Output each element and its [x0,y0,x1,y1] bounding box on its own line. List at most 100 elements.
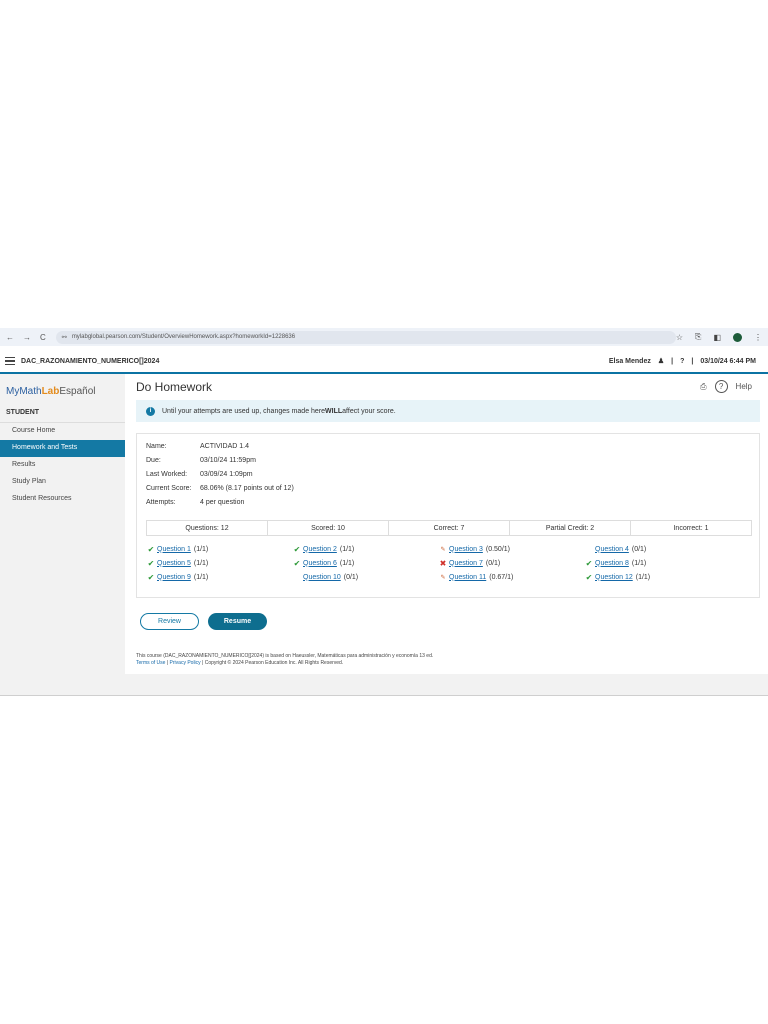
question-link[interactable]: Question 2 [303,546,337,553]
privacy-policy-link[interactable]: Privacy Policy [170,660,201,666]
help-icon[interactable]: ? [680,358,684,365]
sidebar-item-results[interactable]: Results [0,457,125,474]
question-score: (1/1) [193,545,209,553]
terms-of-use-link[interactable]: Terms of Use [136,660,165,666]
question-score: (1/1) [193,559,209,567]
sidebar-item-student-resources[interactable]: Student Resources [0,491,125,508]
question-score: (1/1) [631,559,647,567]
header-datetime: 03/10/24 6:44 PM [700,357,756,365]
sidepanel-icon[interactable]: ◧ [713,333,721,342]
stats-bar: Questions: 12 Scored: 10 Correct: 7 Part… [146,520,752,536]
question-item: Question 4 (0/1) [584,542,729,556]
user-icon: ♟ [657,358,665,365]
question-score: (0/1) [485,559,501,567]
question-row: ✔ Question 1 (1/1) ✔ Question 2 (1/1) ✎ Questio… [146,542,752,556]
info-due: Due: 03/10/24 11:59pm [146,457,256,464]
question-score: (0/1) [631,545,647,553]
stat-correct: Correct: 7 [389,521,510,535]
question-item: ✔ Question 6 (1/1) [292,556,437,570]
main-content: Do Homework ⎙ ? Help i Until your attemp… [125,374,768,674]
question-link[interactable]: Question 10 [303,574,341,581]
check-icon: ✔ [147,558,155,568]
help-circle-icon[interactable]: ? [714,380,728,393]
app-header: DAC_RAZONAMIENTO_NUMERICO[]2024 Elsa Men… [0,350,768,374]
question-link[interactable]: Question 1 [157,546,191,553]
question-item: Question 10 (0/1) [292,570,437,584]
question-link[interactable]: Question 7 [449,560,483,567]
bottom-divider [0,695,768,696]
copyright-text: | Copyright © 2024 Pearson Education Inc… [202,660,344,666]
site-info-icon[interactable]: ⚯ [62,334,67,341]
page-bottom-band [125,674,768,696]
question-item: ✔ Question 1 (1/1) [146,542,291,556]
print-icon[interactable]: ⎙ [700,382,706,392]
profile-icon[interactable] [733,332,742,342]
x-icon: ✖ [439,558,447,568]
review-button[interactable]: Review [140,613,199,630]
question-link[interactable]: Question 6 [303,560,337,567]
footer-course-note: This course (DAC_RAZONAMIENTO_NUMERICO[]… [136,653,434,659]
question-grid: ✔ Question 1 (1/1) ✔ Question 2 (1/1) ✎ Questio… [146,542,752,584]
question-item: ✔ Question 2 (1/1) [292,542,437,556]
page-title: Do Homework [136,380,213,394]
attempts-notice: i Until your attempts are used up, chang… [136,400,760,422]
forward-icon[interactable]: → [23,333,31,342]
browser-actions: ☆ ⎘ ◧ ⋮ [676,332,768,342]
question-link[interactable]: Question 8 [595,560,629,567]
info-attempts: Attempts: 4 per question [146,499,245,506]
star-icon[interactable]: ☆ [676,333,683,342]
question-score: (1/1) [339,545,355,553]
partial-credit-icon: ✎ [440,546,446,553]
user-name[interactable]: Elsa Mendez [609,358,651,365]
help-link[interactable]: Help [736,382,752,391]
header-separator: | [691,357,694,365]
footer-links: Terms of Use | Privacy Policy | Copyrigh… [136,660,344,666]
back-icon[interactable]: ← [6,333,14,342]
info-current-score: Current Score: 68.06% (8.17 points out of… [146,485,294,492]
question-item: ✔ Question 12 (1/1) [584,570,729,584]
question-link[interactable]: Question 9 [157,574,191,581]
mymathlab-logo[interactable]: MyMathLabEspañol [0,374,125,405]
footer: This course (DAC_RAZONAMIENTO_NUMERICO[]… [136,653,433,667]
info-last-worked: Last Worked: 03/09/24 1:09pm [146,471,253,478]
question-score: (0/1) [343,573,359,581]
notice-text-pre: Until your attempts are used up, changes… [162,407,326,415]
question-link[interactable]: Question 3 [449,546,483,553]
question-link[interactable]: Question 4 [595,546,629,553]
resume-button[interactable]: Resume [208,613,267,630]
sidebar-item-study-plan[interactable]: Study Plan [0,474,125,491]
reload-icon[interactable]: C [40,333,46,342]
sidebar-section-student: STUDENT [0,405,125,423]
question-item: ✎ Question 3 (0.50/1) [438,542,583,556]
question-score: (1/1) [635,573,651,581]
question-link[interactable]: Question 12 [595,574,633,581]
question-row: ✔ Question 5 (1/1) ✔ Question 6 (1/1) ✖ Questio… [146,556,752,570]
question-link[interactable]: Question 11 [449,574,486,581]
homework-card: Name: ACTIVIDAD 1.4 Due: 03/10/24 11:59pm … [136,433,760,598]
question-score: (1/1) [339,559,355,567]
question-item: ✔ Question 9 (1/1) [146,570,291,584]
stat-incorrect: Incorrect: 1 [673,524,709,532]
header-separator: | [671,357,674,365]
more-icon[interactable]: ⋮ [754,333,762,342]
browser-toolbar: ← → C ⚯ mylabglobal.pearson.com/Student/… [0,328,768,346]
sidebar-item-homework-and-tests[interactable]: Homework and Tests [0,440,125,457]
partial-credit-icon: ✎ [440,574,446,581]
question-score: (0.67/1) [489,573,514,581]
url-text: mylabglobal.pearson.com/Student/Overview… [71,334,296,340]
question-item: ✎ Question 11 (0.67/1) [438,570,583,584]
address-bar[interactable]: ⚯ mylabglobal.pearson.com/Student/Overvi… [55,330,676,344]
sidebar-item-course-home[interactable]: Course Home [0,423,125,440]
check-icon: ✔ [147,572,155,582]
notice-text-post: affect your score. [342,407,396,415]
check-icon: ✔ [293,558,301,568]
question-item: ✔ Question 8 (1/1) [584,556,729,570]
stat-partial-credit: Partial Credit: 2 [510,521,631,535]
check-icon: ✔ [293,544,301,554]
stat-scored: Scored: 10 [268,521,389,535]
menu-icon[interactable] [5,357,15,365]
download-icon[interactable]: ⎘ [695,332,701,342]
question-link[interactable]: Question 5 [157,560,191,567]
course-title: DAC_RAZONAMIENTO_NUMERICO[]2024 [21,357,160,365]
check-icon: ✔ [147,544,155,554]
